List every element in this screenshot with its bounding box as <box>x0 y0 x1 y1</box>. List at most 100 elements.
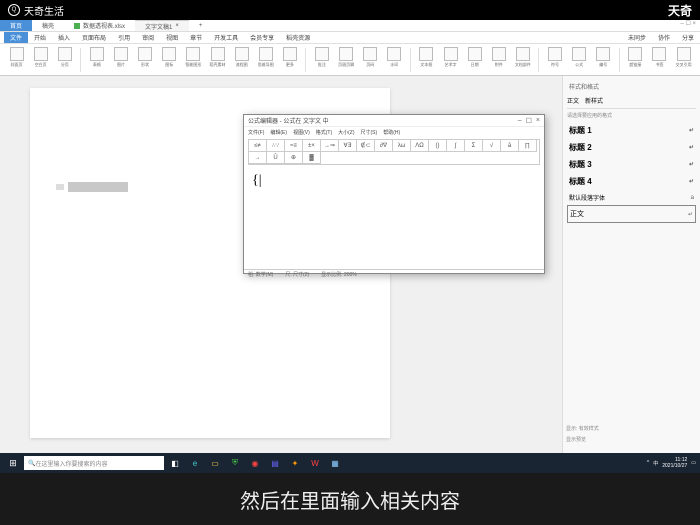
ribbon-tab[interactable]: 视图 <box>160 32 184 43</box>
tpl-arrow[interactable]: → <box>249 152 267 164</box>
style-heading1[interactable]: 标题 1↵ <box>567 122 696 139</box>
ribbon-btn[interactable]: 超链接 <box>625 47 646 73</box>
sym-greek-lower[interactable]: λω <box>393 140 411 152</box>
window-controls[interactable]: – ☐ × <box>680 20 696 27</box>
menu-view[interactable]: 视图(V) <box>293 129 310 136</box>
tpl-bar[interactable]: ā <box>501 140 519 152</box>
ribbon-btn[interactable]: 交叉引用 <box>673 47 694 73</box>
tpl-box[interactable]: ▓ <box>303 152 321 164</box>
ribbon-btn[interactable]: 思维导图 <box>255 47 276 73</box>
ribbon-btn[interactable]: 流程图 <box>231 47 252 73</box>
tray-up-icon[interactable]: ^ <box>647 460 649 466</box>
ribbon-tab[interactable]: 稻壳资源 <box>280 32 316 43</box>
maximize-icon[interactable]: ☐ <box>526 117 532 125</box>
sym-approx[interactable]: ≈≡ <box>285 140 303 152</box>
sym-arrows[interactable]: →⇒ <box>321 140 339 152</box>
taskbar-search[interactable]: 🔍 在这里输入你要搜索的内容 <box>24 456 164 470</box>
ribbon-btn[interactable]: 页眉页脚 <box>336 47 357 73</box>
ribbon-btn[interactable]: 编号 <box>593 47 614 73</box>
sym-greek-upper[interactable]: ΛΩ <box>411 140 429 152</box>
tpl-sum[interactable]: Σ <box>465 140 483 152</box>
menu-edit[interactable]: 编辑(E) <box>270 129 287 136</box>
ribbon-tab[interactable]: 会员专享 <box>244 32 280 43</box>
panel-tab-normal[interactable]: 正文 <box>567 96 579 105</box>
tpl-underbar[interactable]: Ū <box>267 152 285 164</box>
ribbon-btn[interactable]: 形状 <box>135 47 156 73</box>
edge-icon[interactable]: e <box>186 455 204 471</box>
ribbon-tab[interactable]: 页面布局 <box>76 32 112 43</box>
menu-file[interactable]: 文件(F) <box>248 129 264 136</box>
menu-size[interactable]: 尺寸(S) <box>361 129 378 136</box>
ribbon-sync[interactable]: 未同步 <box>622 32 652 43</box>
minimize-icon[interactable]: – <box>518 117 522 125</box>
ribbon-btn[interactable]: 附件 <box>488 47 509 73</box>
close-icon[interactable]: × <box>536 117 540 125</box>
app-icon[interactable]: ✦ <box>286 455 304 471</box>
tray-ime-icon[interactable]: 中 <box>653 460 658 467</box>
ribbon-btn[interactable]: 封面页 <box>6 47 27 73</box>
tab-home[interactable]: 首页 <box>0 20 32 31</box>
tab-doc-active[interactable]: 文字文稿1 × <box>135 20 189 31</box>
explorer-icon[interactable]: ▭ <box>206 455 224 471</box>
ribbon-btn[interactable]: 智能图形 <box>183 47 204 73</box>
ribbon-tab[interactable]: 引用 <box>112 32 136 43</box>
ribbon-tab[interactable]: 审阅 <box>136 32 160 43</box>
ribbon-btn[interactable]: 艺术字 <box>440 47 461 73</box>
equation-placeholder[interactable] <box>68 182 128 192</box>
style-normal[interactable]: 正文↵ <box>567 205 696 223</box>
ribbon-btn[interactable]: 符号 <box>544 47 565 73</box>
ribbon-collab[interactable]: 协作 <box>652 32 676 43</box>
ribbon-btn[interactable]: 图标 <box>159 47 180 73</box>
sym-operators[interactable]: ±× <box>303 140 321 152</box>
ribbon-btn[interactable]: 空白页 <box>30 47 51 73</box>
ribbon-tab[interactable]: 开发工具 <box>208 32 244 43</box>
tpl-radical[interactable]: √ <box>483 140 501 152</box>
notifications-icon[interactable]: ▭ <box>691 460 696 466</box>
style-heading2[interactable]: 标题 2↵ <box>567 139 696 156</box>
task-view-icon[interactable]: ◧ <box>166 455 184 471</box>
tpl-matrix[interactable]: ⊕ <box>285 152 303 164</box>
sym-sets[interactable]: ∉⊂ <box>357 140 375 152</box>
style-heading4[interactable]: 标题 4↵ <box>567 173 696 190</box>
panel-tab-new[interactable]: 新样式 <box>585 96 603 105</box>
tpl-fence[interactable]: () <box>429 140 447 152</box>
ribbon-btn[interactable]: 图片 <box>110 47 131 73</box>
ribbon-btn[interactable]: 页码 <box>360 47 381 73</box>
ribbon-btn[interactable]: 批注 <box>311 47 332 73</box>
chrome-icon[interactable]: ◉ <box>246 455 264 471</box>
ribbon-btn[interactable]: 书签 <box>649 47 670 73</box>
ribbon-btn[interactable]: 更多 <box>279 47 300 73</box>
tpl-product[interactable]: ∏ <box>519 140 537 152</box>
panel-show-preview[interactable]: 显示预览 <box>564 434 694 445</box>
wps-icon[interactable]: W <box>306 455 324 471</box>
ribbon-btn[interactable]: 分页 <box>54 47 75 73</box>
ribbon-tab[interactable]: 开始 <box>28 32 52 43</box>
tab-add[interactable]: + <box>189 20 213 31</box>
sym-relational[interactable]: ≤≠ <box>249 140 267 152</box>
ribbon-tab[interactable]: 章节 <box>184 32 208 43</box>
style-default[interactable]: 默认段落字体a <box>567 190 696 205</box>
equation-canvas[interactable]: {| <box>244 167 544 269</box>
menu-format[interactable]: 格式(T) <box>316 129 332 136</box>
ribbon-btn[interactable]: 公式 <box>569 47 590 73</box>
app-icon[interactable]: ▤ <box>266 455 284 471</box>
ribbon-btn[interactable]: 文本框 <box>416 47 437 73</box>
security-icon[interactable]: ⛨ <box>226 455 244 471</box>
style-heading3[interactable]: 标题 3↵ <box>567 156 696 173</box>
system-tray[interactable]: ^ 中 11:12 2021/10/27 ▭ <box>647 457 696 469</box>
menu-help[interactable]: 帮助(H) <box>383 129 400 136</box>
ribbon-btn[interactable]: 表格 <box>86 47 107 73</box>
sym-quantifiers[interactable]: ∀∃ <box>339 140 357 152</box>
ribbon-btn[interactable]: 文档部件 <box>512 47 533 73</box>
ribbon-btn[interactable]: 稻壳素材 <box>207 47 228 73</box>
ribbon-btn[interactable]: 日期 <box>464 47 485 73</box>
panel-show-filter[interactable]: 显示: 有效样式 <box>564 423 694 434</box>
ribbon-tab[interactable]: 插入 <box>52 32 76 43</box>
ribbon-tab-file[interactable]: 文件 <box>4 32 28 43</box>
tab-docer[interactable]: 稿壳 <box>32 20 64 31</box>
ribbon-btn[interactable]: 水印 <box>384 47 405 73</box>
sym-logic[interactable]: ∴∵ <box>267 140 285 152</box>
sym-calculus[interactable]: ∂∇ <box>375 140 393 152</box>
ribbon-share[interactable]: 分享 <box>676 32 700 43</box>
menu-style[interactable]: 大小(Z) <box>338 129 354 136</box>
